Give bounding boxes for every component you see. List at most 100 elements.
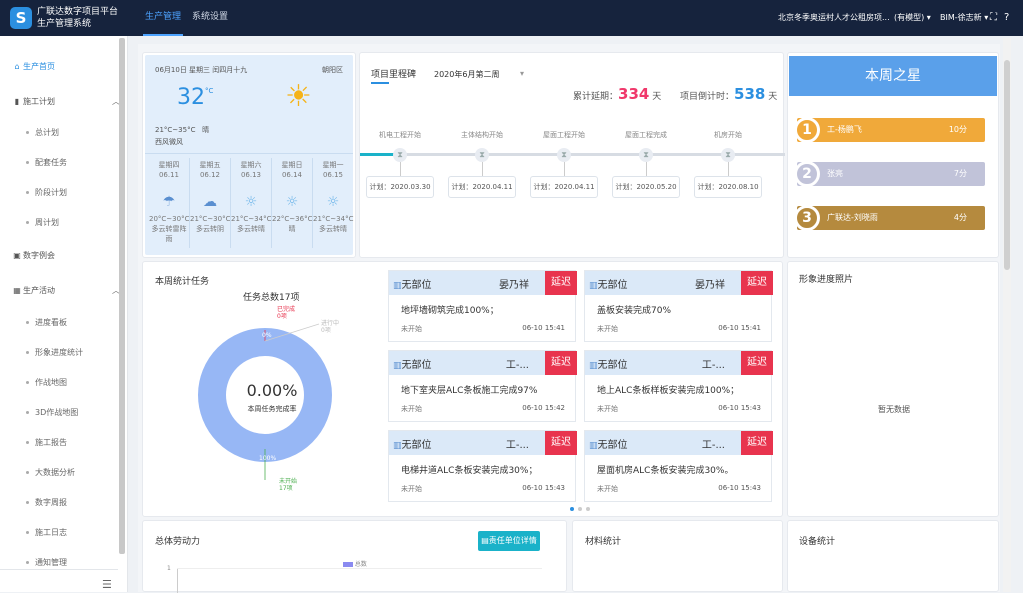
sidebar-item-phase-plan[interactable]: 阶段计划 [26, 187, 144, 198]
milestone-plan-date[interactable]: 计划：2020.08.10 [694, 176, 762, 198]
mode-selector[interactable]: (有模型) ▾ [894, 0, 931, 36]
project-name: 北京冬季奥运村人才公租房项... [778, 13, 890, 22]
menu-collapse-icon[interactable]: ☰ [102, 578, 112, 591]
help-icon[interactable]: ? [1004, 0, 1009, 36]
bullet-icon [26, 191, 29, 194]
progress-label-count: 0项 [321, 327, 331, 334]
sidebar-item-weekly-report[interactable]: 数字周报 [26, 497, 144, 508]
milestone-plan-date[interactable]: 计划：2020.03.30 [366, 176, 434, 198]
building-icon: ▥ [589, 281, 598, 291]
task-status: 未开始 [597, 325, 618, 333]
forecast-weekday: 星期日 [281, 161, 303, 169]
labor-card: 总体劳动力 ▤责任单位详情 总数 1 [142, 520, 567, 593]
delay-unit: 天 [652, 92, 662, 102]
delay-label: 累计延期： [573, 92, 619, 102]
sidebar-item-home[interactable]: ⌂ 生产首页 [12, 61, 130, 72]
milestone-plan-date[interactable]: 计划：2020.04.11 [530, 176, 598, 198]
task-card[interactable]: ▥无部位 工-... 延迟 地下室夹层ALC条板施工完成97% 未开始 06-10 15:… [388, 350, 577, 422]
star-name: 工-杨鹏飞 [827, 125, 862, 134]
forecast-day: 星期五 06.12 ☁ 21°C~30°C 多云转阴 [190, 160, 230, 234]
task-card[interactable]: ▥无部位 工-... 延迟 屋面机房ALC条板安装完成30%。 未开始 06-10 15:… [584, 430, 773, 502]
sidebar-item-progress-board[interactable]: 进度看板 [26, 317, 144, 328]
responsible-unit-button[interactable]: ▤责任单位详情 [478, 531, 540, 551]
week-value: 2020年6月第二周 [434, 70, 500, 79]
bullet-icon [26, 221, 29, 224]
forecast-date: 06.15 [322, 171, 344, 179]
not-started-label-text: 未开始 [279, 478, 298, 485]
carousel-dot-active[interactable] [570, 507, 574, 511]
sidebar-item-master-plan[interactable]: 总计划 [26, 127, 144, 138]
task-card[interactable]: ▥无部位 工-... 延迟 地上ALC条板样板安装完成100%； 未开始 06-10 15… [584, 350, 773, 422]
gridline [177, 568, 542, 569]
progress-label-text: 进行中 [321, 320, 340, 327]
task-header: ▥无部位 工-... 延迟 [389, 431, 577, 455]
legend-swatch [343, 562, 353, 567]
task-dept-label: 无部位 [597, 440, 628, 451]
task-owner: 工-... [701, 360, 725, 371]
task-card[interactable]: ▥无部位 工-... 延迟 电梯井道ALC条板安装完成30%； 未开始 06-10 15:… [388, 430, 577, 502]
week-selector[interactable]: 2020年6月第二周 [434, 69, 499, 80]
forecast-date: 06.12 [199, 171, 221, 179]
done-label-count: 0项 [277, 313, 287, 320]
chevron-down-icon: ▾ [984, 13, 989, 22]
sidebar-item-label: 生产活动 [23, 286, 55, 295]
tab-system-settings[interactable]: 系统设置 [192, 0, 228, 36]
milestone-title: 项目里程碑 [371, 70, 417, 80]
carousel-dot[interactable] [578, 507, 582, 511]
forecast-date: 06.11 [158, 171, 180, 179]
photos-card: 形象进度照片 暂无数据 [787, 261, 999, 517]
task-owner: 工-... [701, 440, 725, 451]
temp-range-value: 21°C~35°C [155, 126, 196, 134]
star-item: 工-杨鹏飞 10分 [797, 118, 985, 142]
top-bar: S 广联达数字项目平台 生产管理系统 生产管理 系统设置 北京冬季奥运村人才公租… [0, 0, 1023, 36]
forecast-day: 星期日 06.14 ☼ 22°C~36°C 晴 [272, 160, 312, 234]
project-selector[interactable]: 北京冬季奥运村人才公租房项... [778, 0, 890, 36]
sidebar-item-battle-map[interactable]: 作战地图 [26, 377, 144, 388]
countdown-label: 项目倒计时： [680, 92, 735, 102]
temp-unit: °C [205, 87, 214, 95]
bullet-icon [26, 501, 29, 504]
task-dept-label: 无部位 [597, 360, 628, 371]
sidebar-item-big-data[interactable]: 大数据分析 [26, 467, 144, 478]
sidebar-scrollbar[interactable] [119, 38, 125, 554]
sidebar-item-3d-map[interactable]: 3D作战地图 [26, 407, 144, 418]
page-scrollbar-thumb[interactable] [1004, 60, 1010, 270]
sidebar-item-plan[interactable]: ▮ 施工计划 ︿ [12, 96, 130, 107]
task-date: 06-10 15:43 [718, 404, 761, 412]
chevron-down-icon: ▾ [926, 13, 931, 22]
forecast-desc: 多云转晴 [319, 225, 347, 233]
carousel-dot[interactable] [586, 507, 590, 511]
fullscreen-icon[interactable]: ⛶ [990, 0, 997, 36]
task-description: 地坪墙砌筑完成100%； [401, 306, 499, 316]
user-menu[interactable]: BIM-徐志新 ▾ [940, 0, 988, 36]
task-card[interactable]: ▥无部位 晏乃祥 延迟 地坪墙砌筑完成100%； 未开始 06-10 15:41 [388, 270, 577, 342]
milestone-plan-date[interactable]: 计划：2020.05.20 [612, 176, 680, 198]
app-title-line2: 生产管理系统 [37, 19, 92, 29]
sidebar-item-support-tasks[interactable]: 配套任务 [26, 157, 144, 168]
milestone-plan-date[interactable]: 计划：2020.04.11 [448, 176, 516, 198]
sidebar-item-weekly-plan[interactable]: 周计划 [26, 217, 144, 228]
sidebar-item-image-progress[interactable]: 形象进度统计 [26, 347, 144, 358]
sidebar-item-meeting[interactable]: ▣ 数字例会 [12, 250, 130, 261]
y-axis [177, 568, 178, 593]
forecast-divider [189, 158, 190, 248]
sun-icon: ☀ [285, 79, 312, 114]
sidebar-item-label: 生产首页 [23, 62, 55, 71]
tab-production[interactable]: 生产管理 [143, 0, 183, 36]
bullet-icon [26, 441, 29, 444]
sidebar-item-construction-report[interactable]: 施工报告 [26, 437, 144, 448]
sidebar-item-notifications[interactable]: 通知管理 [26, 557, 144, 568]
sidebar-item-construction-log[interactable]: 施工日志 [26, 527, 144, 538]
task-card[interactable]: ▥无部位 晏乃祥 延迟 盖板安装完成70% 未开始 06-10 15:41 [584, 270, 773, 342]
weather-condition: 晴 [202, 126, 210, 134]
countdown-value: 538 [734, 85, 766, 103]
forecast-range: 21°C~34°C [231, 215, 272, 223]
forecast-weekday: 星期一 [322, 161, 344, 169]
sidebar: ⌂ 生产首页 ▮ 施工计划 ︿ 总计划 配套任务 阶段计划 周计划 ▣ 数字例会 ▦ 生产… [0, 36, 128, 592]
chevron-down-icon[interactable]: ▾ [520, 69, 524, 78]
sidebar-item-activity[interactable]: ▦ 生产活动 ︿ [12, 285, 130, 296]
forecast-day: 星期六 06.13 ☼ 21°C~34°C 多云转晴 [231, 160, 271, 234]
forecast-desc: 多云转雷阵雨 [151, 225, 187, 243]
task-total: 任务总数17项 [243, 293, 300, 303]
forecast-day: 星期一 06.15 ☼ 21°C~34°C 多云转晴 [313, 160, 353, 234]
